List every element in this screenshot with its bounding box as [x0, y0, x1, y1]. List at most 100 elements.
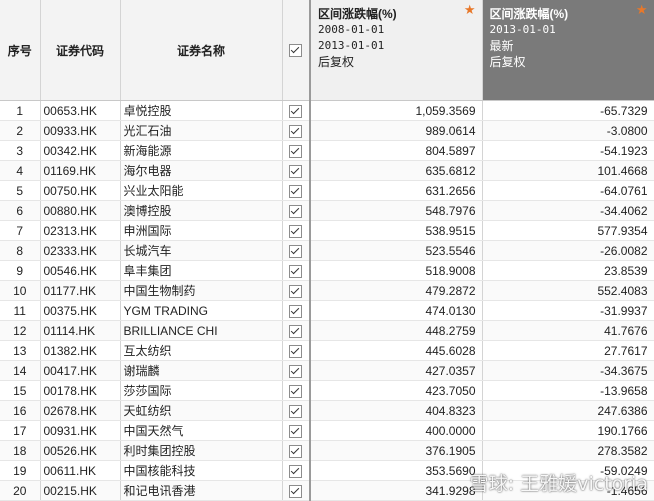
checkbox-checked-icon[interactable] [289, 424, 303, 438]
column-header-name[interactable]: 证券名称 [120, 0, 283, 101]
row-checkbox[interactable] [282, 400, 311, 421]
change-2008-2013-value: 989.0614 [309, 120, 483, 141]
column-header-code[interactable]: 证券代码 [40, 0, 121, 101]
security-code: 01169.HK [40, 160, 121, 181]
change-2008-2013-value: 804.5897 [309, 140, 483, 161]
change-2008-2013-value: 635.6812 [309, 160, 483, 181]
table-row[interactable]: 13 01382.HK 互太纺织 445.6028 27.7617 [0, 340, 654, 361]
row-checkbox[interactable] [282, 260, 311, 281]
column-a-end-date: 2013-01-01 [318, 39, 385, 52]
checkbox-checked-icon[interactable] [289, 184, 303, 198]
star-icon[interactable]: ★ [636, 2, 648, 18]
change-2013-latest-value: -26.0082 [482, 240, 654, 261]
row-checkbox[interactable] [282, 100, 311, 121]
row-checkbox[interactable] [282, 300, 311, 321]
column-header-select-all[interactable] [282, 0, 311, 101]
table-row[interactable]: 14 00417.HK 谢瑞麟 427.0357 -34.3675 [0, 360, 654, 381]
table-row[interactable]: 4 01169.HK 海尔电器 635.6812 101.4668 [0, 160, 654, 181]
checkbox-checked-icon[interactable] [289, 124, 303, 138]
checkbox-checked-icon[interactable] [289, 104, 303, 118]
checkbox-checked-icon[interactable] [289, 144, 303, 158]
change-2013-latest-value: -31.9937 [482, 300, 654, 321]
change-2013-latest-value: -54.1923 [482, 140, 654, 161]
table-row[interactable]: 10 01177.HK 中国生物制药 479.2872 552.4083 [0, 280, 654, 301]
checkbox-checked-icon[interactable] [289, 484, 303, 498]
column-header-change-2013-latest[interactable]: ★ 区间涨跌幅(%) 2013-01-01 最新 后复权 [482, 0, 654, 101]
checkbox-checked-icon[interactable] [289, 164, 303, 178]
table-row[interactable]: 18 00526.HK 利时集团控股 376.1905 278.3582 [0, 440, 654, 461]
star-icon[interactable]: ★ [464, 2, 476, 18]
table-row[interactable]: 8 02333.HK 长城汽车 523.5546 -26.0082 [0, 240, 654, 261]
checkbox-checked-icon[interactable] [289, 244, 303, 258]
table-row[interactable]: 7 02313.HK 申洲国际 538.9515 577.9354 [0, 220, 654, 241]
change-2008-2013-value: 479.2872 [309, 280, 483, 301]
row-checkbox[interactable] [282, 420, 311, 441]
row-checkbox[interactable] [282, 440, 311, 461]
table-row[interactable]: 1 00653.HK 卓悦控股 1,059.3569 -65.7329 [0, 100, 654, 121]
security-code: 00342.HK [40, 140, 121, 161]
table-row[interactable]: 19 00611.HK 中国核能科技 353.5690 -59.0249 [0, 460, 654, 481]
row-checkbox[interactable] [282, 180, 311, 201]
change-2008-2013-value: 400.0000 [309, 420, 483, 441]
security-code: 00933.HK [40, 120, 121, 141]
table-row[interactable]: 5 00750.HK 兴业太阳能 631.2656 -64.0761 [0, 180, 654, 201]
table-row[interactable]: 9 00546.HK 阜丰集团 518.9008 23.8539 [0, 260, 654, 281]
security-name: 兴业太阳能 [120, 180, 283, 201]
table-row[interactable]: 16 02678.HK 天虹纺织 404.8323 247.6386 [0, 400, 654, 421]
table-row[interactable]: 3 00342.HK 新海能源 804.5897 -54.1923 [0, 140, 654, 161]
checkbox-checked-icon[interactable] [289, 444, 303, 458]
row-checkbox[interactable] [282, 220, 311, 241]
checkbox-checked-icon[interactable] [289, 44, 303, 58]
checkbox-checked-icon[interactable] [289, 464, 303, 478]
checkbox-checked-icon[interactable] [289, 324, 303, 338]
row-checkbox[interactable] [282, 460, 311, 481]
security-name: 谢瑞麟 [120, 360, 283, 381]
row-index: 16 [0, 400, 41, 421]
column-header-index[interactable]: 序号 [0, 0, 41, 101]
security-code: 01177.HK [40, 280, 121, 301]
table-row[interactable]: 15 00178.HK 莎莎国际 423.7050 -13.9658 [0, 380, 654, 401]
checkbox-checked-icon[interactable] [289, 304, 303, 318]
checkbox-checked-icon[interactable] [289, 404, 303, 418]
table-row[interactable]: 12 01114.HK BRILLIANCE CHI 448.2759 41.7676 [0, 320, 654, 341]
security-code: 00546.HK [40, 260, 121, 281]
change-2008-2013-value: 448.2759 [309, 320, 483, 341]
table-row[interactable]: 17 00931.HK 中国天然气 400.0000 190.1766 [0, 420, 654, 441]
checkbox-checked-icon[interactable] [289, 224, 303, 238]
row-checkbox[interactable] [282, 320, 311, 341]
row-checkbox[interactable] [282, 140, 311, 161]
checkbox-checked-icon[interactable] [289, 204, 303, 218]
security-name: 新海能源 [120, 140, 283, 161]
row-checkbox[interactable] [282, 380, 311, 401]
security-name: YGM TRADING [120, 300, 283, 321]
security-name: 互太纺织 [120, 340, 283, 361]
row-index: 3 [0, 140, 41, 161]
column-b-title: 区间涨跌幅(%) [489, 7, 569, 21]
row-checkbox[interactable] [282, 200, 311, 221]
row-checkbox[interactable] [282, 160, 311, 181]
row-checkbox[interactable] [282, 340, 311, 361]
security-name: 长城汽车 [120, 240, 283, 261]
security-name: 中国天然气 [120, 420, 283, 441]
row-checkbox[interactable] [282, 280, 311, 301]
row-index: 4 [0, 160, 41, 181]
checkbox-checked-icon[interactable] [289, 364, 303, 378]
checkbox-checked-icon[interactable] [289, 284, 303, 298]
row-index: 14 [0, 360, 41, 381]
change-2013-latest-value: -59.0249 [482, 460, 654, 481]
row-index: 19 [0, 460, 41, 481]
checkbox-checked-icon[interactable] [289, 344, 303, 358]
table-row[interactable]: 2 00933.HK 光汇石油 989.0614 -3.0800 [0, 120, 654, 141]
row-index: 1 [0, 100, 41, 121]
table-row[interactable]: 6 00880.HK 澳博控股 548.7976 -34.4062 [0, 200, 654, 221]
table-row[interactable]: 11 00375.HK YGM TRADING 474.0130 -31.9937 [0, 300, 654, 321]
column-header-change-2008-2013[interactable]: ★ 区间涨跌幅(%) 2008-01-01 2013-01-01 后复权 [309, 0, 483, 101]
row-checkbox[interactable] [282, 120, 311, 141]
security-name: BRILLIANCE CHI [120, 320, 283, 341]
checkbox-checked-icon[interactable] [289, 264, 303, 278]
row-checkbox[interactable] [282, 240, 311, 261]
checkbox-checked-icon[interactable] [289, 384, 303, 398]
row-checkbox[interactable] [282, 360, 311, 381]
change-2013-latest-value: -64.0761 [482, 180, 654, 201]
change-2013-latest-value: 41.7676 [482, 320, 654, 341]
